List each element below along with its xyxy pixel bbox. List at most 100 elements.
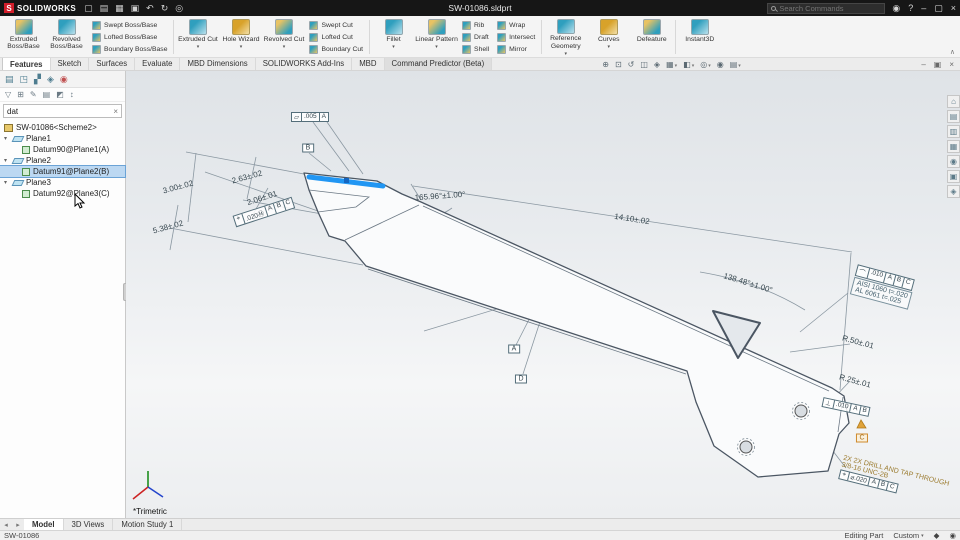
doc-tab-3d-views[interactable]: 3D Views xyxy=(64,519,114,530)
wrap-button[interactable]: Wrap xyxy=(495,20,537,31)
section-view-icon[interactable]: ◫ xyxy=(640,60,648,69)
rebuild-icon[interactable]: ↻ xyxy=(161,3,169,14)
forum-icon[interactable]: ◈ xyxy=(947,185,960,198)
tree-item-plane2[interactable]: ▾ Plane2 xyxy=(0,155,125,166)
new-icon[interactable]: ▢ xyxy=(84,3,93,14)
defeature-button[interactable]: Defeature xyxy=(630,17,673,57)
configuration-selector[interactable]: Custom ▾ xyxy=(893,531,923,540)
filter-dropdown-icon[interactable]: ▽ xyxy=(5,90,11,99)
appearances-icon[interactable]: ◉ xyxy=(947,155,960,168)
maximize-icon[interactable]: ▢ xyxy=(934,3,943,14)
collapse-icon[interactable]: ▾ xyxy=(4,135,10,142)
tree-item-datum90[interactable]: Datum90@Plane1(A) xyxy=(0,144,125,155)
minimize-icon[interactable]: – xyxy=(921,3,926,14)
tree-search-input[interactable] xyxy=(7,106,114,116)
filter-history-icon[interactable]: ↕ xyxy=(70,90,74,99)
open-icon[interactable]: ▤ xyxy=(100,3,109,14)
help-icon[interactable]: ? xyxy=(908,3,913,14)
close-icon[interactable]: × xyxy=(951,3,956,14)
extruded-boss-base-button[interactable]: Extruded Boss/Base xyxy=(2,17,45,57)
reference-geometry-button[interactable]: Reference Geometry ▾ xyxy=(544,17,587,57)
graphics-area[interactable]: ▱ .005 A B 3.00±.02 2.63±.02 5.38±.02 2.… xyxy=(126,71,960,518)
edit-appearance-icon[interactable]: ◉ xyxy=(717,60,724,69)
curves-dropdown-icon[interactable]: ▾ xyxy=(607,44,610,50)
clear-search-icon[interactable]: × xyxy=(113,107,118,116)
filter-graphics-icon[interactable]: ⊞ xyxy=(17,90,24,99)
save-icon[interactable]: ▦ xyxy=(115,3,124,14)
view-settings-icon[interactable]: ▤ xyxy=(730,60,741,69)
instant3d-button[interactable]: Instant3D xyxy=(678,17,721,57)
undo-icon[interactable]: ↶ xyxy=(146,3,154,14)
swept-boss-base-button[interactable]: Swept Boss/Base xyxy=(90,20,169,31)
tree-search-box[interactable]: × xyxy=(3,104,122,118)
tab-command-predictor[interactable]: Command Predictor (Beta) xyxy=(384,57,493,70)
extruded-cut-dropdown-icon[interactable]: ▾ xyxy=(197,44,200,50)
status-units-icon[interactable]: ◆ xyxy=(934,531,940,540)
featuremanager-tab-icon[interactable]: ▤ xyxy=(5,74,14,85)
tab-solidworks-add-ins[interactable]: SOLIDWORKS Add-Ins xyxy=(256,57,353,70)
tab-surfaces[interactable]: Surfaces xyxy=(89,57,136,70)
extruded-cut-button[interactable]: Extruded Cut ▾ xyxy=(176,17,219,57)
curves-button[interactable]: Curves ▾ xyxy=(587,17,630,57)
draft-button[interactable]: Draft xyxy=(460,32,491,43)
tab-features[interactable]: Features xyxy=(2,57,51,70)
tab-evaluate[interactable]: Evaluate xyxy=(135,57,181,70)
datum-flag-d[interactable]: D xyxy=(514,374,528,384)
fcf-flatness[interactable]: ▱ .005 A xyxy=(291,112,329,122)
zoom-fit-icon[interactable]: ⊕ xyxy=(602,60,609,69)
mirror-button[interactable]: Mirror xyxy=(495,44,537,55)
command-search[interactable] xyxy=(767,2,886,14)
boundary-boss-base-button[interactable]: Boundary Boss/Base xyxy=(90,44,169,55)
options-icon[interactable]: ◎ xyxy=(175,3,183,14)
design-library-icon[interactable]: ▤ xyxy=(947,110,960,123)
revolved-cut-button[interactable]: Revolved Cut ▾ xyxy=(262,17,305,57)
shell-button[interactable]: Shell xyxy=(460,44,491,55)
file-explorer-icon[interactable]: ▥ xyxy=(947,125,960,138)
dimxpertmanager-tab-icon[interactable]: ◈ xyxy=(47,74,54,85)
ribbon-collapse-icon[interactable]: ∧ xyxy=(950,48,955,56)
display-style-icon[interactable]: ◧ xyxy=(683,60,694,69)
tab-mbd-dimensions[interactable]: MBD Dimensions xyxy=(180,57,256,70)
propertymanager-tab-icon[interactable]: ◳ xyxy=(20,74,29,85)
datum-flag-a[interactable]: A xyxy=(508,344,520,354)
solidworks-resources-icon[interactable]: ⌂ xyxy=(947,95,960,108)
custom-properties-icon[interactable]: ▣ xyxy=(947,170,960,183)
fillet-dropdown-icon[interactable]: ▾ xyxy=(392,44,395,50)
view-orientation-icon[interactable]: ▦ xyxy=(666,60,677,69)
datum-flag-c[interactable]: C xyxy=(855,433,869,443)
revolved-boss-base-button[interactable]: Revolved Boss/Base xyxy=(45,17,88,57)
status-help-icon[interactable]: ◉ xyxy=(949,531,956,540)
doc-tab-motion-study-1[interactable]: Motion Study 1 xyxy=(113,519,183,530)
hide-show-items-icon[interactable]: ◎ xyxy=(700,60,711,69)
filter-annotations-icon[interactable]: ✎ xyxy=(30,90,37,99)
tab-sketch[interactable]: Sketch xyxy=(51,57,90,70)
collapse-icon[interactable]: ▾ xyxy=(4,157,10,164)
tree-item-datum92[interactable]: Datum92@Plane3(C) xyxy=(0,188,125,199)
tree-item-plane3[interactable]: ▾ Plane3 xyxy=(0,177,125,188)
previous-view-icon[interactable]: ↺ xyxy=(628,60,635,69)
filter-features-icon[interactable]: ▤ xyxy=(43,90,51,99)
part-body[interactable] xyxy=(303,172,850,478)
zoom-area-icon[interactable]: ⊡ xyxy=(615,60,622,69)
lofted-boss-base-button[interactable]: Lofted Boss/Base xyxy=(90,32,169,43)
hole-wizard-button[interactable]: Hole Wizard ▾ xyxy=(219,17,262,57)
login-icon[interactable]: ◉ xyxy=(892,3,900,14)
tree-item-datum91-selected[interactable]: Datum91@Plane2(B) xyxy=(0,165,126,178)
doc-restore-icon[interactable]: ▣ xyxy=(934,60,942,69)
hole-wizard-dropdown-icon[interactable]: ▾ xyxy=(240,44,243,50)
edge-midpoint-handle[interactable] xyxy=(344,178,349,183)
intersect-button[interactable]: Intersect xyxy=(495,32,537,43)
tab-prev-icon[interactable]: ◂ xyxy=(0,519,12,530)
rib-button[interactable]: Rib xyxy=(460,20,491,31)
boundary-cut-button[interactable]: Boundary Cut xyxy=(307,44,365,55)
linear-pattern-dropdown-icon[interactable]: ▾ xyxy=(435,44,438,50)
annotation-views-icon[interactable]: ◈ xyxy=(654,60,660,69)
filter-tags-icon[interactable]: ◩ xyxy=(56,90,64,99)
datum-flag-b[interactable]: B xyxy=(302,143,314,153)
tree-root-item[interactable]: SW-01086<Scheme2> xyxy=(0,122,125,133)
collapse-icon[interactable]: ▾ xyxy=(4,179,10,186)
doc-close-icon[interactable]: × xyxy=(949,60,954,69)
displaymanager-tab-icon[interactable]: ◉ xyxy=(60,74,68,85)
view-palette-icon[interactable]: ▦ xyxy=(947,140,960,153)
doc-tab-model[interactable]: Model xyxy=(24,519,64,530)
